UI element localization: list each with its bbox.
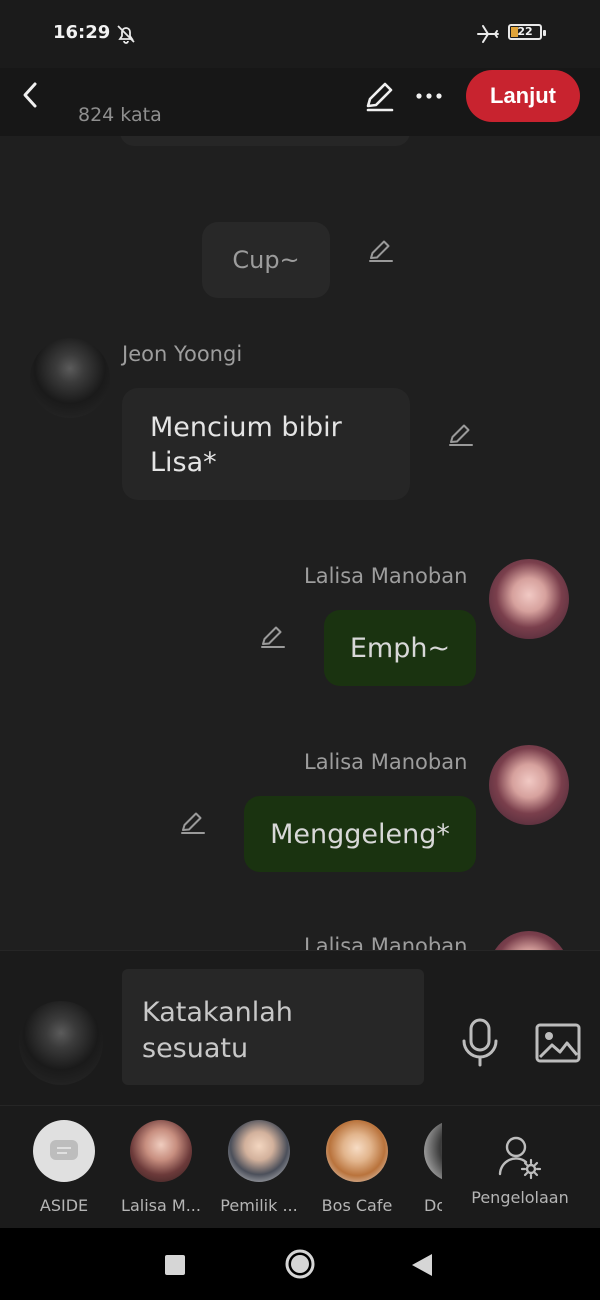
current-character-avatar[interactable] bbox=[19, 1001, 103, 1085]
message-text: Menggeleng* bbox=[270, 818, 450, 850]
character-selector: ASIDE Lalisa M... Pemilik ... Bos Cafe D… bbox=[0, 1105, 600, 1228]
manage-label: Pengelolaan bbox=[471, 1188, 569, 1207]
user-settings-icon bbox=[498, 1136, 542, 1180]
airplane-icon bbox=[477, 25, 499, 43]
character-label: Pemilik ... bbox=[220, 1196, 298, 1215]
message-input[interactable]: Katakanlah sesuatu bbox=[122, 969, 424, 1085]
chat-header: 824 kata Lanjut bbox=[0, 68, 600, 136]
image-icon[interactable] bbox=[535, 1023, 581, 1063]
character-dos[interactable]: Dos bbox=[424, 1120, 442, 1228]
manage-button[interactable]: Pengelolaan bbox=[470, 1132, 570, 1207]
message-bubble-narration[interactable]: Cup~ bbox=[202, 222, 330, 298]
avatar-lalisa-manoban[interactable] bbox=[489, 745, 569, 825]
message-composer: Katakanlah sesuatu bbox=[0, 950, 600, 1106]
input-placeholder: Katakanlah sesuatu bbox=[142, 997, 293, 1064]
edit-pencil-icon[interactable] bbox=[360, 78, 398, 116]
aside-icon bbox=[33, 1120, 95, 1182]
home-icon[interactable] bbox=[284, 1248, 316, 1280]
edit-message-icon[interactable] bbox=[446, 420, 476, 450]
battery-level: 22 bbox=[517, 25, 533, 38]
sender-name: Jeon Yoongi bbox=[122, 342, 243, 366]
avatar-jeon-yoongi[interactable] bbox=[30, 338, 110, 418]
back-arrow-icon[interactable] bbox=[14, 78, 48, 112]
edit-message-icon[interactable] bbox=[366, 236, 396, 266]
character-pemilik[interactable]: Pemilik ... bbox=[213, 1120, 305, 1215]
lanjut-button[interactable]: Lanjut bbox=[466, 70, 580, 122]
character-label: Bos Cafe bbox=[321, 1196, 393, 1215]
sender-name: Lalisa Manoban bbox=[304, 750, 468, 774]
character-avatar bbox=[424, 1120, 442, 1182]
status-time: 16:29 bbox=[53, 22, 111, 43]
character-aside[interactable]: ASIDE bbox=[18, 1120, 110, 1215]
character-label: Lalisa M... bbox=[121, 1196, 201, 1215]
message-text: Cup~ bbox=[232, 245, 300, 274]
word-count: 824 kata bbox=[78, 104, 162, 126]
character-avatar bbox=[130, 1120, 192, 1182]
sender-name: Lalisa Manoban bbox=[304, 934, 468, 950]
previous-message-bubble bbox=[120, 136, 410, 146]
character-lalisa[interactable]: Lalisa M... bbox=[115, 1120, 207, 1215]
message-bubble-right[interactable]: Emph~ bbox=[324, 610, 476, 686]
microphone-icon[interactable] bbox=[458, 1017, 502, 1069]
character-label: ASIDE bbox=[39, 1196, 89, 1215]
bell-muted-icon bbox=[117, 25, 135, 44]
chat-messages[interactable]: Cup~ Jeon Yoongi Mencium bibir Lisa* Lal… bbox=[0, 136, 600, 950]
message-bubble-left[interactable]: Mencium bibir Lisa* bbox=[122, 388, 410, 500]
edit-message-icon[interactable] bbox=[258, 622, 288, 652]
character-avatar bbox=[228, 1120, 290, 1182]
message-text: Emph~ bbox=[349, 632, 451, 664]
edit-message-icon[interactable] bbox=[178, 808, 208, 838]
character-avatar bbox=[326, 1120, 388, 1182]
character-label: Dos bbox=[424, 1196, 442, 1215]
back-nav-icon[interactable] bbox=[410, 1252, 434, 1278]
recent-apps-icon[interactable] bbox=[164, 1254, 186, 1276]
character-bos-cafe[interactable]: Bos Cafe bbox=[311, 1120, 403, 1215]
message-bubble-right[interactable]: Menggeleng* bbox=[244, 796, 476, 872]
status-bar: 16:29 22 bbox=[0, 0, 600, 68]
system-nav-bar bbox=[0, 1228, 600, 1300]
message-text: Mencium bibir Lisa* bbox=[150, 412, 342, 478]
more-options-icon[interactable] bbox=[412, 86, 446, 106]
battery-icon: 22 bbox=[508, 24, 546, 40]
avatar-lalisa-manoban[interactable] bbox=[489, 559, 569, 639]
sender-name: Lalisa Manoban bbox=[304, 564, 468, 588]
avatar-lalisa-manoban[interactable] bbox=[489, 931, 569, 950]
